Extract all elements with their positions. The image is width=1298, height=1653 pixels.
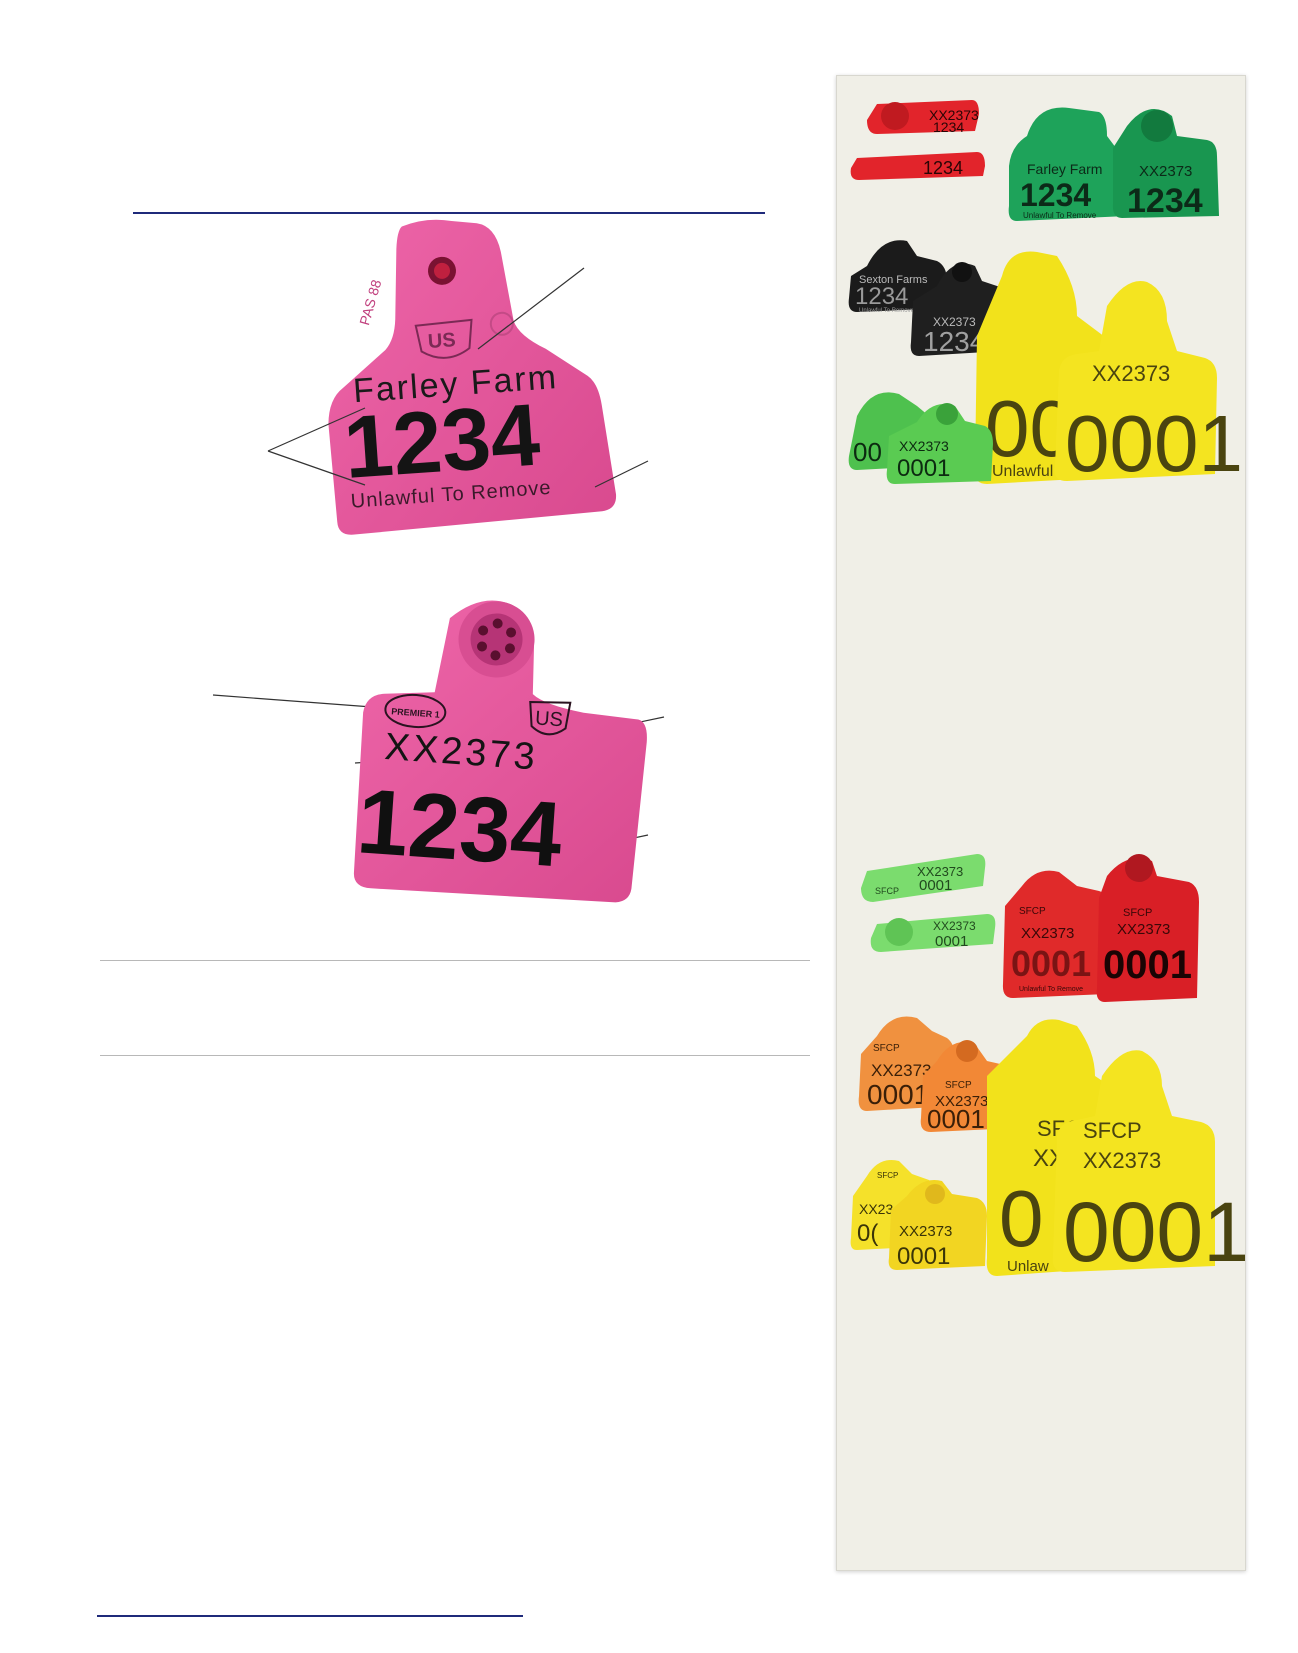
red2-left-id: XX2373 [1021,925,1074,942]
small-green-right-id: XX2373 [899,438,949,454]
orange-left-number: 0001 [867,1079,929,1110]
red2-right-prefix: SFCP [1123,907,1152,919]
black-left-number: 1234 [855,283,908,310]
green-right-id: XX2373 [1139,163,1192,180]
yellow-right-id: XX2373 [1092,361,1170,386]
small-yellow-tags: SFCP XX23 0( XX2373 0001 [850,1160,987,1270]
light-green-button-tags: SFCP XX2373 0001 XX2373 0001 [861,854,996,952]
lgreen-top-number: 0001 [919,877,952,894]
green-tags: Farley Farm 1234 Unlawful To Remove XX23… [1008,107,1219,221]
red-bottom-number: 1234 [923,158,963,178]
lgreen-bottom-number: 0001 [935,933,968,950]
syellow-left-prefix: SFCP [877,1171,898,1180]
syellow-right-number: 0001 [897,1243,950,1270]
red2-left-notice: Unlawful To Remove [1019,986,1083,993]
sidebar-tag-gallery: XX2373 1234 1234 Farley Farm 1234 Unlawf… [836,75,1250,1571]
red2-left-prefix: SFCP [1019,906,1046,917]
separator-line-1 [100,960,810,961]
yellow2-right-id: XX2373 [1083,1148,1161,1173]
syellow-left-number: 0( [857,1220,878,1247]
orange-left-prefix: SFCP [873,1043,900,1054]
lgreen-bottom-id: XX2373 [933,919,976,933]
red2-right-number: 0001 [1103,943,1192,987]
black-right-number: 1234 [923,326,985,357]
yellow-right-number: 0001 [1065,399,1243,488]
red-button-tags: XX2373 1234 1234 [850,100,985,180]
us-shield-label: US [534,707,563,731]
small-green-tags: 00 XX2373 0001 [848,392,993,484]
yellow2-left-number: 0 [999,1174,1044,1263]
tag-xx2373-image: PREMIER 1 US XX2373 1234 [353,600,647,903]
orange-left-id: XX2373 [871,1061,932,1080]
yellow2-left-notice: Unlaw [1007,1258,1049,1275]
green-left-notice: Unlawful To Remove [1023,211,1097,220]
yellow2-large-tags: SFCP XX2 0 Unlaw SFCP XX2373 0001 [986,1019,1250,1279]
orange-right-prefix: SFCP [945,1080,972,1091]
syellow-right-id: XX2373 [899,1223,952,1240]
tag2-number: 1234 [354,770,565,886]
small-green-left-number: 00 [853,437,882,467]
green-left-name: Farley Farm [1027,161,1102,177]
red2-left-number: 0001 [1011,943,1091,984]
red-visual-tags: SFCP XX2373 0001 Unlawful To Remove SFCP… [1002,854,1199,1002]
yellow-large-tags: 00 Unlawful XX2373 0001 [974,251,1243,488]
red-top-number: 1234 [933,119,964,135]
lgreen-top-prefix: SFCP [875,886,899,896]
yellow2-right-number: 0001 [1063,1185,1245,1279]
black-left-notice: Unlawful To Remove [859,308,915,314]
bottom-rule [97,1615,523,1617]
small-green-right-number: 0001 [897,455,950,482]
yellow-left-notice: Unlawful [992,463,1053,480]
orange-right-number: 0001 [927,1104,985,1134]
green-right-number: 1234 [1127,182,1203,220]
red2-right-id: XX2373 [1117,921,1170,938]
syellow-left-id: XX23 [859,1201,893,1217]
sidebar-tag-collage: XX2373 1234 1234 Farley Farm 1234 Unlawf… [848,100,1250,1279]
yellow2-right-prefix: SFCP [1083,1118,1142,1143]
separator-line-2 [100,1055,810,1056]
green-left-number: 1234 [1020,177,1091,213]
